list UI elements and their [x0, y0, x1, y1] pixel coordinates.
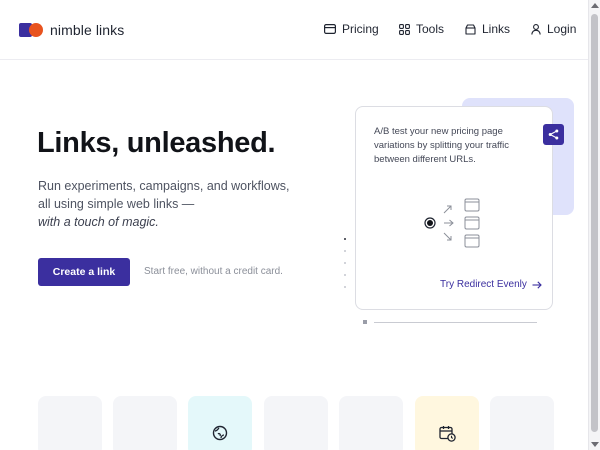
- nav-pricing-label: Pricing: [342, 22, 379, 36]
- brand-logo[interactable]: nimble links: [19, 22, 124, 38]
- scroll-up-arrow-icon[interactable]: [591, 3, 599, 8]
- scroll-thumb[interactable]: [591, 14, 598, 432]
- create-link-button[interactable]: Create a link: [38, 258, 130, 286]
- nav-login[interactable]: Login: [531, 22, 576, 36]
- share-icon: [548, 129, 559, 140]
- nav-pricing[interactable]: Pricing: [324, 22, 379, 36]
- tool-tile[interactable]: [415, 396, 479, 450]
- hero-title: Links, unleashed.: [37, 127, 276, 159]
- hero-subtitle-line: Run experiments, campaigns, and workflow…: [38, 179, 290, 193]
- grid-icon: [399, 23, 410, 35]
- page-scrollbar[interactable]: [588, 0, 600, 450]
- globe-icon: [212, 425, 228, 441]
- brand-name: nimble links: [50, 22, 125, 38]
- cta-note: Start free, without a credit card.: [144, 266, 283, 277]
- progress-marker: [363, 320, 367, 324]
- calendar-clock-icon: [439, 426, 456, 442]
- tool-tile[interactable]: [264, 396, 328, 450]
- split-arrows-icon: [443, 205, 454, 241]
- try-redirect-link[interactable]: Try Redirect Evenly: [440, 279, 542, 290]
- try-redirect-label: Try Redirect Evenly: [440, 279, 527, 290]
- arrow-right-icon: [532, 280, 542, 289]
- tool-tile[interactable]: [188, 396, 252, 450]
- archive-icon: [465, 23, 476, 35]
- share-button[interactable]: [543, 124, 564, 145]
- top-header: nimble links Pricing Tools Links Login: [0, 0, 588, 60]
- tool-tile[interactable]: [113, 396, 177, 450]
- hero-subtitle: Run experiments, campaigns, and workflow…: [38, 177, 298, 231]
- card-icon: [324, 24, 336, 34]
- hero-subtitle-tagline: with a touch of magic.: [38, 215, 159, 229]
- nav-links[interactable]: Links: [465, 22, 510, 36]
- redirect-split-diagram: [424, 198, 480, 248]
- card-description: A/B test your new pricing page variation…: [374, 126, 509, 165]
- hero-subtitle-line: all using simple web links —: [38, 197, 195, 211]
- tool-tile[interactable]: [339, 396, 403, 450]
- logo-mark-icon: [19, 23, 43, 37]
- nav-login-label: Login: [547, 22, 577, 36]
- nav-tools[interactable]: Tools: [399, 22, 444, 36]
- feature-card: A/B test your new pricing page variation…: [355, 106, 564, 310]
- destination-pages-icon: [464, 198, 480, 248]
- nav-links-label: Links: [482, 22, 511, 36]
- tool-tile[interactable]: [490, 396, 554, 450]
- nav-tools-label: Tools: [416, 22, 445, 36]
- scroll-down-arrow-icon[interactable]: [591, 442, 599, 447]
- tool-tile[interactable]: [38, 396, 102, 450]
- user-icon: [531, 23, 541, 35]
- progress-track: [374, 322, 537, 323]
